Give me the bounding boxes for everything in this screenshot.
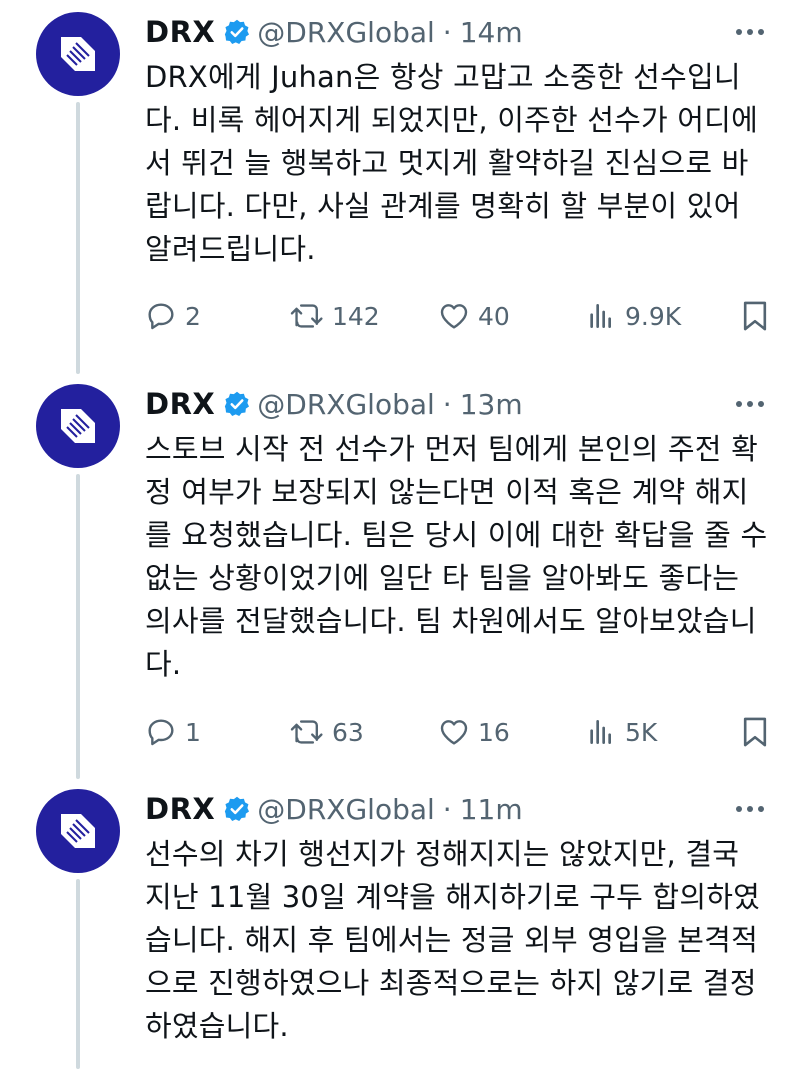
handle[interactable]: @DRXGlobal xyxy=(257,388,435,421)
tweet-text: 선수의 차기 행선지가 정해지지는 않았지만, 결국 지난 11월 30일 계약… xyxy=(145,837,760,1043)
reply-icon xyxy=(148,719,174,746)
display-name[interactable]: DRX xyxy=(145,792,215,826)
thread-connector xyxy=(76,879,80,1069)
tweet-header: DRX @DRXGlobal · 14m xyxy=(145,10,770,54)
reply-button[interactable]: 1 xyxy=(145,716,201,748)
tweet-thread: DRX @DRXGlobal · 14m DRX에게 Juhan은 항상 고맙고… xyxy=(0,0,800,1069)
handle[interactable]: @DRXGlobal xyxy=(257,16,435,49)
timestamp[interactable]: 11m xyxy=(460,793,523,826)
reply-count: 2 xyxy=(185,301,201,331)
reply-count: 1 xyxy=(185,717,201,747)
repost-icon xyxy=(290,304,323,328)
tweet-content: DRX @DRXGlobal · 11m 선수의 차기 행선지가 정해지지는 않… xyxy=(145,787,770,1048)
display-name[interactable]: DRX xyxy=(145,15,215,49)
like-icon xyxy=(440,304,468,329)
views-icon xyxy=(590,304,611,328)
bookmark-icon xyxy=(743,717,767,747)
views-count: 5K xyxy=(625,717,658,747)
more-icon[interactable] xyxy=(736,401,764,407)
tweet[interactable]: DRX @DRXGlobal · 13m 스토브 시작 전 선수가 먼저 팀에게… xyxy=(0,372,800,779)
repost-count: 63 xyxy=(332,717,364,747)
bookmark-button[interactable] xyxy=(740,715,770,749)
bookmark-icon xyxy=(743,301,767,331)
repost-count: 142 xyxy=(332,301,380,331)
tweet-content: DRX @DRXGlobal · 13m 스토브 시작 전 선수가 먼저 팀에게… xyxy=(145,382,770,686)
verified-badge-icon xyxy=(223,390,251,418)
verified-badge-icon xyxy=(223,795,251,823)
avatar-column xyxy=(36,384,120,468)
views-button[interactable]: 5K xyxy=(585,716,657,748)
like-count: 40 xyxy=(478,301,510,331)
timestamp[interactable]: 14m xyxy=(460,16,523,49)
action-bar: 2 142 40 9.9K xyxy=(145,294,770,338)
thread-connector xyxy=(76,102,80,374)
tweet-text: 스토브 시작 전 선수가 먼저 팀에게 본인의 주전 확 정 여부가 보장되지 … xyxy=(145,432,768,681)
tweet[interactable]: DRX @DRXGlobal · 11m 선수의 차기 행선지가 정해지지는 않… xyxy=(0,777,800,1069)
thread-connector xyxy=(76,474,80,779)
views-count: 9.9K xyxy=(625,301,682,331)
tweet-content: DRX @DRXGlobal · 14m DRX에게 Juhan은 항상 고맙고… xyxy=(145,10,770,271)
tweet[interactable]: DRX @DRXGlobal · 14m DRX에게 Juhan은 항상 고맙고… xyxy=(0,0,800,374)
tweet-text: DRX에게 Juhan은 항상 고맙고 소중한 선수입니 다. 비록 헤어지게 … xyxy=(145,60,758,266)
reply-button[interactable]: 2 xyxy=(145,300,201,332)
drx-logo-icon xyxy=(61,409,95,443)
like-count: 16 xyxy=(478,717,510,747)
avatar[interactable] xyxy=(36,789,120,873)
reply-icon xyxy=(148,303,174,330)
like-button[interactable]: 16 xyxy=(438,716,510,748)
separator-dot: · xyxy=(442,15,452,49)
drx-logo-icon xyxy=(61,814,95,848)
views-icon xyxy=(590,720,611,744)
repost-button[interactable]: 63 xyxy=(290,716,364,748)
verified-badge-icon xyxy=(223,18,251,46)
timestamp[interactable]: 13m xyxy=(460,388,523,421)
like-icon xyxy=(440,720,468,745)
separator-dot: · xyxy=(442,387,452,421)
avatar-column xyxy=(36,12,120,96)
avatar-column xyxy=(36,789,120,873)
separator-dot: · xyxy=(442,792,452,826)
bookmark-button[interactable] xyxy=(740,299,770,333)
repost-icon xyxy=(290,720,323,744)
like-button[interactable]: 40 xyxy=(438,300,510,332)
avatar[interactable] xyxy=(36,384,120,468)
more-icon[interactable] xyxy=(736,29,764,35)
action-bar: 1 63 16 5K xyxy=(145,710,770,754)
handle[interactable]: @DRXGlobal xyxy=(257,793,435,826)
repost-button[interactable]: 142 xyxy=(290,300,380,332)
drx-logo-icon xyxy=(61,37,95,71)
views-button[interactable]: 9.9K xyxy=(585,300,681,332)
tweet-header: DRX @DRXGlobal · 11m xyxy=(145,787,770,831)
tweet-header: DRX @DRXGlobal · 13m xyxy=(145,382,770,426)
more-icon[interactable] xyxy=(736,806,764,812)
display-name[interactable]: DRX xyxy=(145,387,215,421)
avatar[interactable] xyxy=(36,12,120,96)
